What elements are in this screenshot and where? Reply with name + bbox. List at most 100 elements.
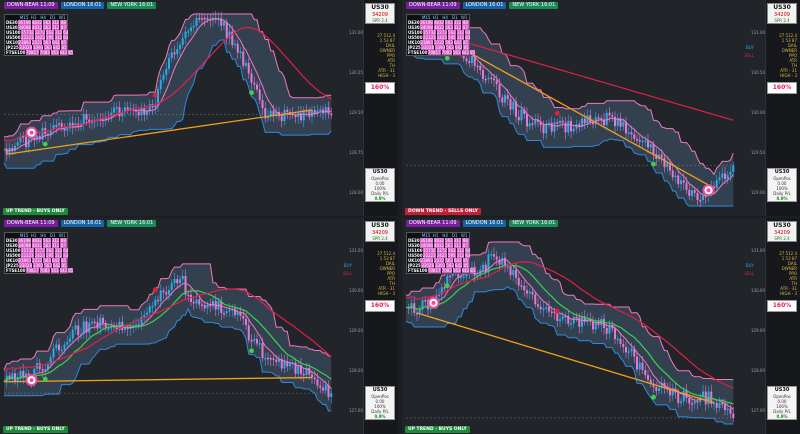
candle	[74, 325, 77, 330]
candle	[592, 321, 594, 330]
candle	[614, 328, 616, 340]
sell-signal-dot	[152, 92, 158, 98]
candle	[732, 165, 735, 173]
symbol-name: US30	[371, 4, 389, 11]
candle	[261, 343, 264, 359]
candle	[250, 73, 253, 83]
candle	[718, 402, 721, 408]
table-cell: 642	[59, 50, 68, 55]
candle	[324, 107, 327, 114]
pivot-marker-core	[29, 378, 34, 383]
candle	[179, 279, 181, 284]
chart-panel-1[interactable]: DOWN-BEAR 11:09 LONDON 16:01 NEW YORK 16:0…	[0, 0, 398, 216]
table-cell: 563	[452, 50, 461, 55]
candle	[581, 316, 583, 327]
candle	[630, 348, 633, 352]
candle	[25, 136, 27, 148]
candle	[223, 21, 225, 26]
price-axis: 131.00 130.00 129.00 128.00 127.00	[741, 218, 765, 434]
candle	[561, 316, 564, 320]
candle	[14, 373, 16, 382]
axis-tick-label: 130.00	[751, 288, 765, 293]
candle	[550, 122, 553, 132]
candle	[677, 175, 680, 185]
candle	[258, 89, 261, 100]
session-bar: DOWN-BEAR 11:09 LONDON 16:01 NEW YORK 16:0…	[406, 2, 559, 10]
candle	[567, 120, 570, 133]
chart-panel-2[interactable]: DOWN-BEAR 11:09 LONDON 16:01 NEW YORK 16:0…	[402, 0, 800, 216]
candle	[184, 31, 187, 39]
candle	[66, 128, 69, 131]
candle	[38, 363, 41, 370]
candle	[619, 117, 622, 127]
axis-tick-label: 129.00	[751, 328, 765, 333]
candle	[316, 379, 319, 386]
symbol-box: US30 34209 SPR 2.4	[365, 221, 395, 242]
candle	[468, 61, 471, 64]
candle	[652, 144, 655, 155]
candle	[484, 78, 487, 81]
candle	[242, 315, 245, 319]
position-box: US30 OpenPos 0.00 100% Daily P/L 0.9%	[767, 168, 797, 202]
candle	[118, 107, 121, 117]
axis-tick-label: 130.25	[349, 70, 363, 75]
symbol-box: US30 34209 SPR 2.4	[767, 3, 797, 24]
candle	[113, 107, 115, 113]
candle	[545, 123, 548, 134]
table-cell: 70817	[25, 50, 39, 55]
candle	[561, 120, 564, 123]
candle	[418, 309, 421, 314]
candle	[660, 154, 663, 158]
candle	[58, 122, 60, 126]
buy-signal-dot	[651, 394, 656, 400]
candle	[313, 377, 316, 380]
candle	[198, 18, 201, 20]
candle	[641, 140, 644, 143]
candle	[578, 317, 581, 327]
candle	[247, 62, 250, 74]
candle	[625, 347, 627, 353]
table-cell: 563	[50, 268, 59, 273]
candle	[225, 21, 228, 39]
candle	[165, 292, 168, 295]
stat-line: HIGH - 3	[780, 291, 797, 296]
table-cell: 85	[470, 50, 476, 55]
candle	[258, 343, 261, 345]
axis-tick-label: 130.00	[349, 288, 363, 293]
correlation-table: M15 H1 H4 D1 W1 DE30 36198 4832 563 312 88 US30 3409…	[406, 232, 476, 274]
candle	[245, 318, 247, 326]
buy-label: BUY	[343, 263, 352, 268]
candle	[261, 99, 264, 109]
axis-tick-label: 127.00	[349, 408, 363, 413]
candle	[528, 291, 531, 294]
candle	[206, 304, 209, 309]
candle	[201, 18, 203, 20]
candle	[195, 18, 198, 27]
candle	[319, 109, 322, 111]
percent-box: 160%	[365, 300, 395, 312]
symbol-spread: SPR 2.4	[774, 18, 790, 23]
table-cell: 642	[461, 268, 470, 273]
candle	[715, 402, 718, 408]
candle	[531, 123, 534, 125]
buy-sell-labels: BUY SELL	[744, 44, 754, 60]
candle	[663, 157, 666, 168]
candle	[146, 111, 148, 115]
table-cell: 7083	[39, 50, 50, 55]
candle	[82, 114, 85, 124]
table-cell: 7083	[441, 50, 452, 55]
axis-tick-label: 130.50	[751, 70, 765, 75]
candle	[192, 26, 195, 28]
axis-tick-label: 129.00	[349, 328, 363, 333]
table-cell: 7083	[441, 268, 452, 273]
candle	[280, 116, 283, 122]
table-cell: 70817	[25, 268, 39, 273]
chart-panel-3[interactable]: DOWN-BEAR 11:09 LONDON 16:01 NEW YORK 16:0…	[0, 218, 398, 434]
candle	[729, 172, 732, 176]
axis-tick-label: 131.00	[751, 30, 765, 35]
candle	[638, 362, 641, 370]
chart-panel-4[interactable]: DOWN-BEAR 11:09 LONDON 16:01 NEW YORK 16:0…	[402, 218, 800, 434]
info-sidebar: US30 34209 SPR 2.4 27 512.4 1 53 87 DAIL OWNER…	[765, 0, 800, 216]
candle	[487, 254, 490, 273]
candle	[693, 190, 696, 193]
